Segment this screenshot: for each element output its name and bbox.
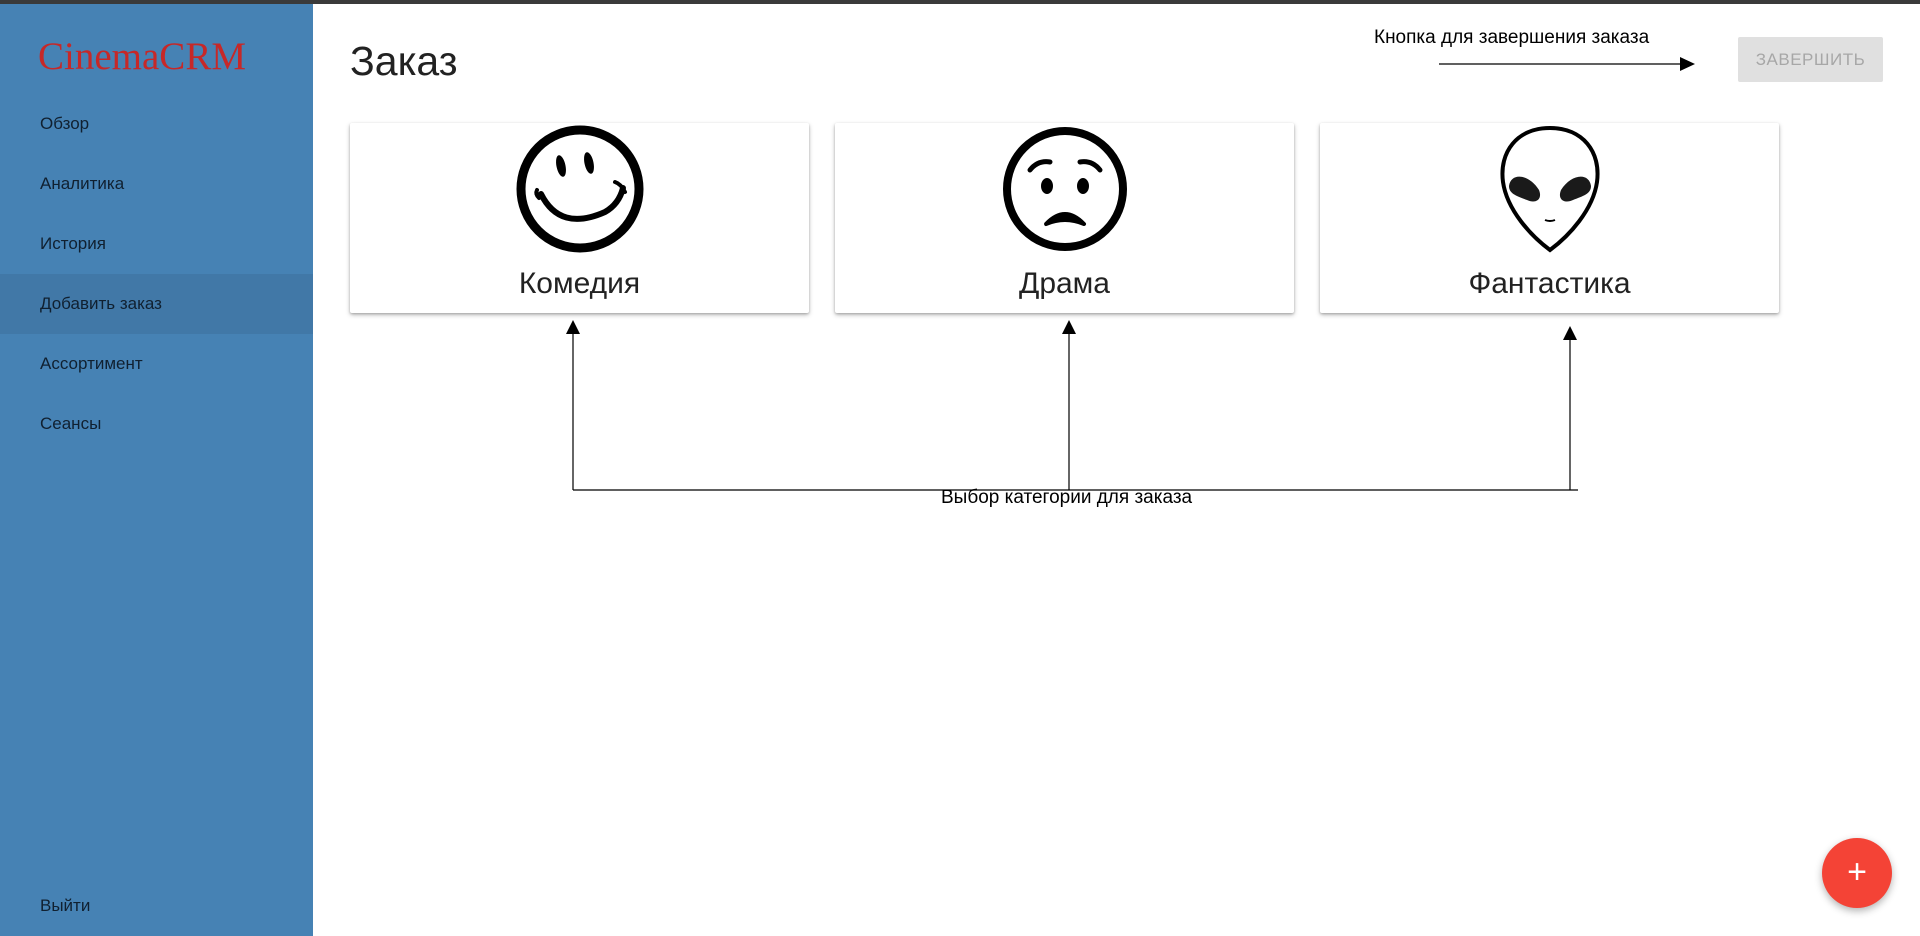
sad-face-icon: [1002, 127, 1127, 251]
sidebar: CinemaCRM Обзор Аналитика История Добави…: [0, 4, 313, 936]
category-card-comedy[interactable]: Комедия: [350, 123, 809, 313]
main-content: Заказ ЗАВЕРШИТЬ Комедия Драма Фантастика…: [313, 4, 1920, 936]
sidebar-item-add-order[interactable]: Добавить заказ: [0, 274, 313, 334]
sidebar-item-history[interactable]: История: [0, 214, 313, 274]
smiley-face-icon: [516, 125, 643, 253]
sidebar-item-assortment[interactable]: Ассортимент: [0, 334, 313, 394]
brand-logo[interactable]: CinemaCRM: [38, 34, 246, 79]
add-fab-button[interactable]: +: [1822, 838, 1892, 908]
category-label: Драма: [1019, 267, 1110, 300]
category-label: Фантастика: [1468, 267, 1631, 300]
category-label: Комедия: [518, 267, 641, 300]
sidebar-item-overview[interactable]: Обзор: [0, 94, 313, 154]
category-card-fantasy[interactable]: Фантастика: [1320, 123, 1779, 313]
logout-link[interactable]: Выйти: [40, 896, 90, 916]
sidebar-item-sessions[interactable]: Сеансы: [0, 394, 313, 454]
alien-head-icon: [1499, 125, 1600, 253]
finish-order-button[interactable]: ЗАВЕРШИТЬ: [1738, 37, 1883, 82]
category-card-drama[interactable]: Драма: [835, 123, 1294, 313]
category-annotation: Выбор категории для заказа: [941, 487, 1193, 508]
finish-button-annotation: Кнопка для завершения заказа: [1374, 27, 1650, 48]
page-title: Заказ: [350, 38, 458, 84]
sidebar-item-analytics[interactable]: Аналитика: [0, 154, 313, 214]
